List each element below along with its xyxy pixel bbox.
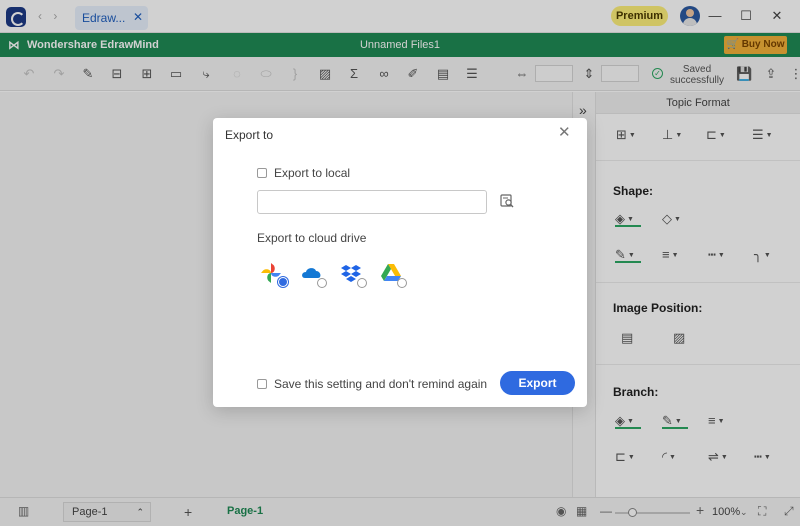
google-photos-radio[interactable]: [278, 277, 288, 287]
export-dialog: Export to ✕ Export to local Export to cl…: [213, 118, 587, 407]
export-local-checkbox[interactable]: [257, 168, 267, 178]
export-button[interactable]: Export: [500, 371, 575, 395]
remember-setting-checkbox[interactable]: [257, 379, 267, 389]
remember-setting-label: Save this setting and don't remind again: [274, 377, 488, 391]
dropbox-option[interactable]: [339, 261, 367, 288]
export-path-input[interactable]: [257, 190, 487, 214]
browse-folder-icon[interactable]: [500, 194, 514, 208]
close-icon[interactable]: ✕: [558, 123, 571, 141]
google-photos-option[interactable]: [259, 261, 288, 287]
cloud-drive-label: Export to cloud drive: [257, 231, 367, 245]
dropbox-radio[interactable]: [357, 278, 367, 288]
onedrive-radio[interactable]: [317, 278, 327, 288]
export-local-label: Export to local: [274, 166, 351, 180]
onedrive-option[interactable]: [299, 261, 327, 288]
google-drive-option[interactable]: [379, 261, 407, 288]
dialog-title: Export to: [225, 128, 274, 142]
google-drive-radio[interactable]: [397, 278, 407, 288]
